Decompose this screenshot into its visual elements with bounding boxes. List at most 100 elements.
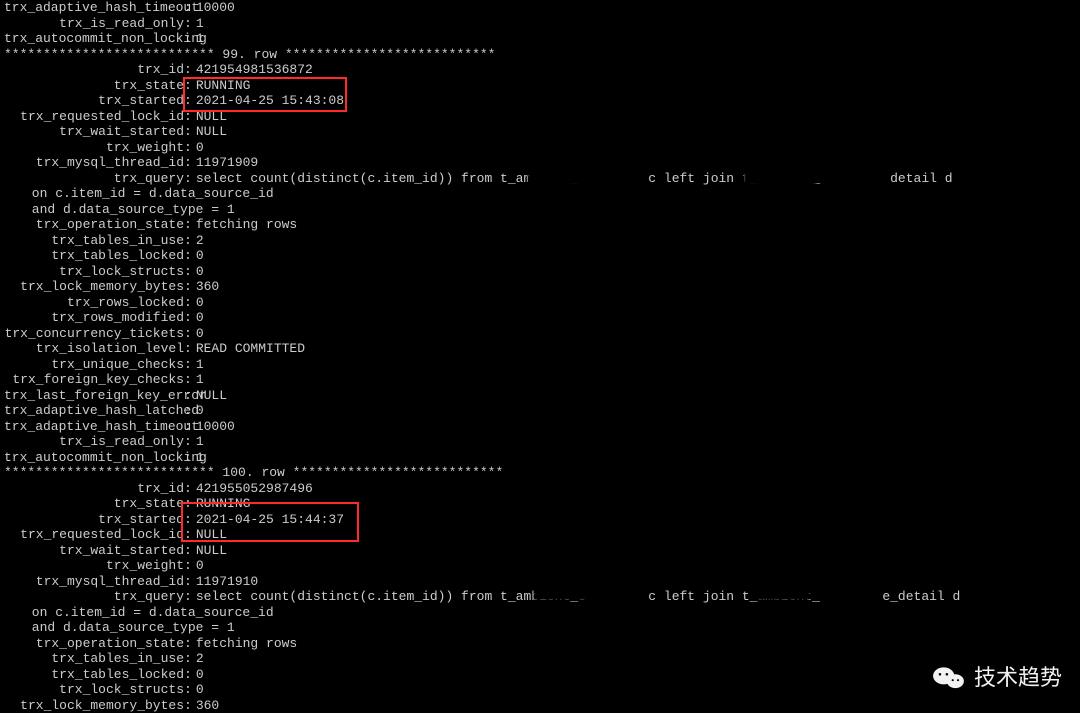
field-line: trx_state:RUNNING [4,496,1076,512]
field-line: trx_rows_locked:0 [4,295,1076,311]
field-label: trx_requested_lock_id [4,527,184,543]
field-line: trx_is_read_only:1 [4,16,1076,32]
field-value: 0 [192,667,204,683]
field-line: trx_unique_checks:1 [4,357,1076,373]
field-value: 421955052987496 [192,481,313,497]
field-label: trx_started [4,93,184,109]
field-value: RUNNING [192,78,251,94]
field-label: trx_lock_structs [4,264,184,280]
field-label: trx_mysql_thread_id [4,574,184,590]
field-label: trx_tables_in_use [4,651,184,667]
field-line: trx_started:2021-04-25 15:44:37 [4,512,1076,528]
field-value: 2021-04-25 15:44:37 [192,512,344,528]
field-label: trx_tables_locked [4,248,184,264]
field-value: 0 [192,558,204,574]
field-value: NULL [192,124,227,140]
field-line: trx_tables_locked:0 [4,248,1076,264]
watermark: 技术趋势 [932,665,1062,691]
field-line: trx_last_foreign_key_error:NULL [4,388,1076,404]
field-line: trx_weight:0 [4,558,1076,574]
field-value: 2 [192,233,204,249]
field-value: 0 [192,248,204,264]
field-value: fetching rows [192,217,297,233]
field-label: trx_query [4,589,184,605]
query-continuation: and d.data_source_type = 1 [4,620,1076,636]
field-label: trx_adaptive_hash_timeout [4,419,184,435]
field-line: trx_autocommit_non_locking:1 [4,450,1076,466]
row-separator: *************************** 100. row ***… [4,465,1076,481]
field-label: trx_tables_in_use [4,233,184,249]
field-line: trx_wait_started:NULL [4,124,1076,140]
field-value: fetching rows [192,636,297,652]
field-line: trx_foreign_key_checks:1 [4,372,1076,388]
field-line: trx_adaptive_hash_latched:0 [4,403,1076,419]
field-line: trx_state:RUNNING [4,78,1076,94]
field-line: trx_mysql_thread_id:11971910 [4,574,1076,590]
field-value: NULL [192,388,227,404]
field-line: trx_operation_state:fetching rows [4,217,1076,233]
field-line: trx_wait_started:NULL [4,543,1076,559]
field-label: trx_state [4,496,184,512]
terminal-output: trx_adaptive_hash_timeout:10000 trx_is_r… [0,0,1080,713]
field-label: trx_foreign_key_checks [4,372,184,388]
field-line: trx_id:421955052987496 [4,481,1076,497]
field-label: trx_wait_started [4,124,184,140]
field-value: 11971910 [192,574,258,590]
field-value: 11971909 [192,155,258,171]
field-value: NULL [192,543,227,559]
field-label: trx_operation_state [4,636,184,652]
field-value: 0 [192,326,204,342]
field-line: trx_lock_structs:0 [4,264,1076,280]
field-label: trx_autocommit_non_locking [4,31,184,47]
field-line: trx_adaptive_hash_timeout:10000 [4,0,1076,16]
query-continuation: and d.data_source_type = 1 [4,202,1076,218]
field-value: 10000 [192,0,235,16]
field-value: RUNNING [192,496,251,512]
field-line: trx_tables_locked:0 [4,667,1076,683]
field-value: 0 [192,310,204,326]
wechat-icon [932,665,966,691]
field-label: trx_weight [4,140,184,156]
field-value: 2021-04-25 15:43:08 [192,93,344,109]
field-line: trx_rows_modified:0 [4,310,1076,326]
field-label: trx_adaptive_hash_latched [4,403,184,419]
field-line: trx_started:2021-04-25 15:43:08 [4,93,1076,109]
field-label: trx_mysql_thread_id [4,155,184,171]
field-label: trx_last_foreign_key_error [4,388,184,404]
watermark-text: 技术趋势 [974,670,1062,686]
field-label: trx_lock_memory_bytes [4,279,184,295]
field-line: trx_concurrency_tickets:0 [4,326,1076,342]
field-value: 360 [192,698,219,713]
field-line: trx_requested_lock_id:NULL [4,109,1076,125]
field-line: trx_adaptive_hash_timeout:10000 [4,419,1076,435]
field-line: trx_tables_in_use:2 [4,651,1076,667]
field-label: trx_concurrency_tickets [4,326,184,342]
field-label: trx_wait_started [4,543,184,559]
field-value: 1 [192,372,204,388]
field-label: trx_started [4,512,184,528]
field-line: trx_is_read_only:1 [4,434,1076,450]
field-line: trx_isolation_level:READ COMMITTED [4,341,1076,357]
query-continuation: on c.item_id = d.data_source_id [4,186,1076,202]
field-line: trx_operation_state:fetching rows [4,636,1076,652]
field-line: trx_lock_structs:0 [4,682,1076,698]
field-label: trx_is_read_only [4,434,184,450]
field-value: 2 [192,651,204,667]
field-label: trx_adaptive_hash_timeout [4,0,184,16]
field-value: 0 [192,140,204,156]
field-value: select count(distinct(c.item_id)) from t… [192,589,961,605]
field-label: trx_is_read_only [4,16,184,32]
field-value: 1 [192,16,204,32]
field-label: trx_autocommit_non_locking [4,450,184,466]
field-label: trx_operation_state [4,217,184,233]
field-label: trx_rows_modified [4,310,184,326]
query-continuation: on c.item_id = d.data_source_id [4,605,1076,621]
field-line: trx_query:select count(distinct(c.item_i… [4,171,1076,187]
field-line: trx_lock_memory_bytes:360 [4,279,1076,295]
field-label: trx_query [4,171,184,187]
field-line: trx_autocommit_non_locking:1 [4,31,1076,47]
field-label: trx_isolation_level [4,341,184,357]
field-value: 1 [192,31,204,47]
field-value: NULL [192,109,227,125]
field-label: trx_id [4,62,184,78]
